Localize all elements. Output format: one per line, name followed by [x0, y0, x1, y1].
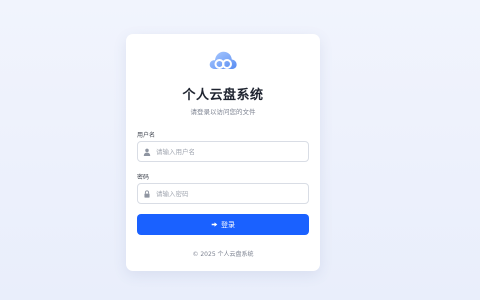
cloud-logo-icon [209, 51, 237, 69]
lock-icon [144, 190, 150, 198]
password-input[interactable] [156, 184, 306, 203]
username-label: 用户名 [137, 132, 156, 139]
login-button[interactable]: 登录 [137, 214, 309, 235]
user-icon [143, 148, 151, 156]
password-field[interactable] [137, 183, 309, 204]
sign-in-icon [211, 222, 218, 227]
page-subtitle: 请登录以访问您的文件 [190, 108, 256, 116]
login-button-label: 登录 [221, 220, 235, 229]
page-title: 个人云盘系统 [182, 88, 264, 103]
username-input[interactable] [156, 142, 306, 161]
username-field[interactable] [137, 141, 309, 162]
password-label: 密码 [137, 174, 150, 181]
login-card: 个人云盘系统 请登录以访问您的文件 用户名 密码 登录 © 2025 个人云盘系… [126, 34, 320, 271]
footer-copyright: © 2025 个人云盘系统 [192, 251, 254, 258]
